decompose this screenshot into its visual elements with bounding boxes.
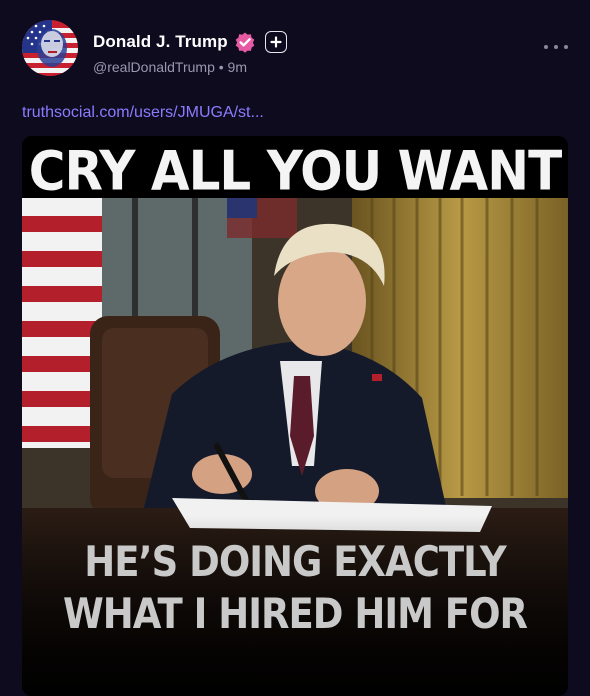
more-horizontal-icon [544, 45, 548, 49]
follow-button[interactable] [264, 31, 287, 53]
post-header: Donald J. Trump @realDonaldTrump • 9m [22, 20, 570, 80]
post-timestamp[interactable]: 9m [228, 59, 247, 75]
author-name-row: Donald J. Trump [93, 30, 287, 54]
american-flag-portrait-avatar [22, 20, 78, 76]
meme-bottom-caption-line2: WHAT I HIRED HIM FOR [62, 590, 528, 639]
verified-badge-icon [234, 31, 256, 53]
meme-top-caption: CRY ALL YOU WANT [28, 140, 562, 203]
author-display-name[interactable]: Donald J. Trump [93, 32, 228, 52]
author-avatar[interactable] [22, 20, 78, 76]
meme-bottom-caption-line1: HE’S DOING EXACTLY [84, 538, 506, 587]
author-meta: @realDonaldTrump • 9m [93, 59, 247, 75]
post-link[interactable]: truthsocial.com/users/JMUGA/st... [22, 104, 264, 122]
author-handle[interactable]: @realDonaldTrump [93, 59, 215, 75]
meta-separator: • [218, 59, 224, 75]
more-options-button[interactable] [544, 40, 568, 54]
post-media-image[interactable]: CRY ALL YOU WANT HE’S DOING EXACTLY WHAT… [22, 136, 568, 696]
plus-icon [270, 36, 282, 48]
